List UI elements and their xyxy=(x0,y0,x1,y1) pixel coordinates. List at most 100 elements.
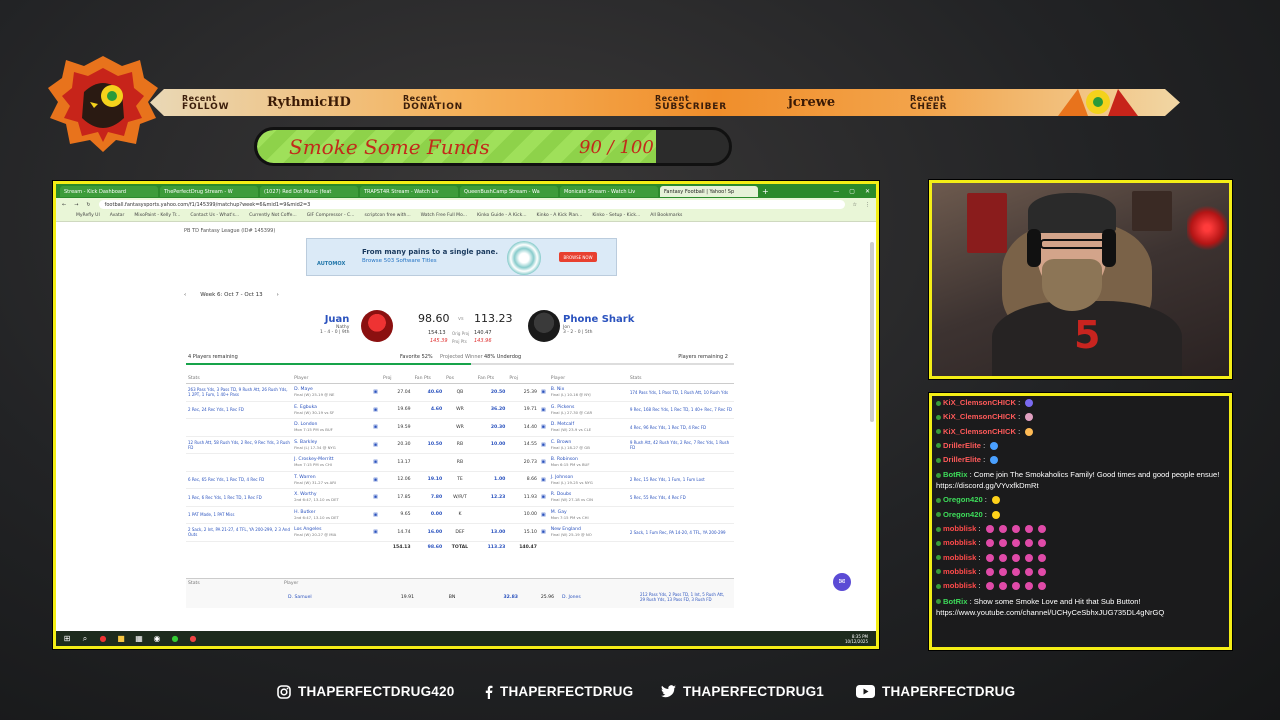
maximize-icon[interactable]: ▢ xyxy=(849,188,855,195)
left-player[interactable]: D. London Mon 7:15 PM vs BUF xyxy=(292,418,372,437)
chat-username[interactable]: DrillerElite xyxy=(943,455,981,464)
browser-tab-active[interactable]: Fantasy Football | Yahoo! Sp xyxy=(660,185,758,197)
bookmark-item[interactable]: Currently Not Coffe... xyxy=(249,213,297,219)
player-news-icon[interactable]: ▣ xyxy=(538,383,549,402)
ad-browse-button[interactable]: BROWSE NOW xyxy=(559,252,597,262)
app-icon[interactable]: ● xyxy=(188,634,198,644)
bench-right-player[interactable]: D. Jones xyxy=(562,595,632,600)
right-team-name[interactable]: Phone Shark xyxy=(563,314,634,325)
player-news-icon[interactable]: ▣ xyxy=(371,436,381,454)
left-team-name[interactable]: Juan xyxy=(320,314,350,325)
chat-username[interactable]: DrillerElite xyxy=(943,441,981,450)
left-team-avatar[interactable] xyxy=(361,310,393,342)
bench-left-player[interactable]: D. Samuel xyxy=(288,595,358,600)
bookmark-item[interactable]: Avatar xyxy=(110,213,125,219)
browser-tab[interactable]: (1027) Red Dot Music (feat xyxy=(260,185,358,197)
right-player[interactable]: B. Robinson Mon 6:15 PM vs BUF xyxy=(548,453,628,472)
left-player[interactable]: Los Angeles Final (W) 20-27 @ MIA xyxy=(292,523,372,542)
right-player[interactable]: G. Pickens Final (L) 27-30 @ CAR xyxy=(548,401,628,419)
player-news-icon[interactable]: ▣ xyxy=(538,453,549,472)
player-news-icon[interactable]: ▣ xyxy=(371,453,381,472)
chat-username[interactable]: Oregon420 xyxy=(943,495,983,504)
chat-username[interactable]: mobblisk xyxy=(943,553,976,562)
player-news-icon[interactable]: ▣ xyxy=(538,471,549,489)
reload-icon[interactable]: ↻ xyxy=(86,202,90,208)
left-player[interactable]: J. Croskey-Merritt Mon 7:15 PM vs CHI xyxy=(292,453,372,472)
advertisement[interactable]: AUTOMOX From many pains to a single pane… xyxy=(306,238,617,276)
left-player[interactable]: T. Warren Final (W) 31-27 vs ARI xyxy=(292,471,372,489)
chat-username[interactable]: KiX_ClemsonCHICK xyxy=(943,412,1016,421)
left-player[interactable]: D. Maye Final (W) 25-19 @ NE xyxy=(292,383,372,402)
player-news-icon[interactable]: ▣ xyxy=(371,488,381,507)
folder-icon[interactable]: ■ xyxy=(116,634,126,644)
star-icon[interactable]: ☆ xyxy=(853,202,857,208)
minimize-icon[interactable]: — xyxy=(833,188,839,195)
search-icon[interactable]: ⌕ xyxy=(80,634,90,644)
browser-tab[interactable]: QueenBushCamp Stream - Wa xyxy=(460,185,558,197)
left-player[interactable]: H. Butker 2nd 6:47, 13-10 vs DET xyxy=(292,506,372,524)
windows-start-icon[interactable]: ⊞ xyxy=(62,634,72,644)
prev-week-button[interactable]: ‹ xyxy=(184,292,186,298)
forward-icon[interactable]: → xyxy=(74,202,78,208)
chat-username[interactable]: mobblisk xyxy=(943,524,976,533)
player-news-icon[interactable]: ▣ xyxy=(371,523,381,542)
right-player[interactable]: B. Nix Final (L) 10-16 @ NYJ xyxy=(548,383,628,402)
left-player[interactable]: E. Egbuka Final (W) 30-19 vs SF xyxy=(292,401,372,419)
player-news-icon[interactable]: ▣ xyxy=(538,401,549,419)
browser-icon[interactable]: ● xyxy=(170,634,180,644)
player-news-icon[interactable]: ▣ xyxy=(538,506,549,524)
player-news-icon[interactable]: ▣ xyxy=(371,401,381,419)
close-icon[interactable]: ✕ xyxy=(865,188,870,195)
bookmark-item[interactable]: Kinko Guide - A Kick... xyxy=(477,213,526,219)
bookmark-item[interactable]: Contact Us - What's... xyxy=(190,213,239,219)
right-team[interactable]: Phone Shark Jon 3 - 2 - 0 | 5th xyxy=(563,314,634,335)
right-team-avatar[interactable] xyxy=(528,310,560,342)
chat-username[interactable]: mobblisk xyxy=(943,538,976,547)
right-player[interactable]: J. Johnson Final (L) 19-25 vs NYG xyxy=(548,471,628,489)
browser-tab[interactable]: TRAPST4R Stream - Watch Liv xyxy=(360,185,458,197)
chat-username[interactable]: BotRix xyxy=(943,470,967,479)
chat-username[interactable]: KiX_ClemsonCHICK xyxy=(943,398,1016,407)
bookmark-item[interactable]: Kinko - Setup - Kick... xyxy=(592,213,640,219)
bookmark-item[interactable]: Kinko - A Kick Plan... xyxy=(537,213,583,219)
bookmark-item[interactable]: scriptcon free with... xyxy=(364,213,410,219)
new-tab-icon[interactable]: + xyxy=(762,187,769,196)
bookmark-item[interactable]: MyRefly UI xyxy=(76,213,100,219)
system-tray-clock[interactable]: 8:35 PM 10/12/2025 xyxy=(845,634,876,644)
left-team[interactable]: Juan Nathy 1 - 4 - 0 | 9th xyxy=(320,314,349,335)
left-player[interactable]: S. Barkley Final (L) 17-34 @ NYG xyxy=(292,436,372,454)
player-news-icon[interactable]: ▣ xyxy=(538,418,549,437)
back-icon[interactable]: ← xyxy=(62,202,66,208)
browser-tab[interactable]: Stream - Kick Dashboard xyxy=(60,185,158,197)
player-news-icon[interactable]: ▣ xyxy=(538,488,549,507)
player-news-icon[interactable]: ▣ xyxy=(538,523,549,542)
right-player[interactable]: D. Metcalf Final (W) 23-9 vs CLE xyxy=(548,418,628,437)
chat-username[interactable]: mobblisk xyxy=(943,567,976,576)
next-week-button[interactable]: › xyxy=(277,292,279,298)
player-news-icon[interactable]: ▣ xyxy=(371,383,381,402)
bookmark-item[interactable]: All Bookmarks xyxy=(650,213,682,219)
player-news-icon[interactable]: ▣ xyxy=(371,506,381,524)
chrome-icon[interactable]: ● xyxy=(98,634,108,644)
chat-username[interactable]: BotRix xyxy=(943,597,967,606)
chat-username[interactable]: mobblisk xyxy=(943,581,976,590)
menu-icon[interactable]: ⋮ xyxy=(865,202,870,208)
chat-username[interactable]: Oregon420 xyxy=(943,510,983,519)
browser-tab[interactable]: Monicats Stream - Watch Liv xyxy=(560,185,658,197)
url-input[interactable]: football.fantasysports.yahoo.com/f1/1453… xyxy=(98,200,845,209)
obs-icon[interactable]: ◉ xyxy=(152,634,162,644)
right-player[interactable]: New England Final (W) 25-19 @ NO xyxy=(548,523,628,542)
chat-username[interactable]: KiX_ClemsonCHICK xyxy=(943,427,1016,436)
calculator-icon[interactable]: ▦ xyxy=(134,634,144,644)
player-news-icon[interactable]: ▣ xyxy=(371,418,381,437)
scrollbar[interactable] xyxy=(870,242,874,422)
bookmark-item[interactable]: Watch Free Full Mo... xyxy=(421,213,467,219)
browser-tab[interactable]: ThePerfectDrug Stream - W xyxy=(160,185,258,197)
right-player[interactable]: R. Doubs Final (W) 27-18 vs CIN xyxy=(548,488,628,507)
left-player[interactable]: X. Worthy 2nd 6:47, 13-10 vs DET xyxy=(292,488,372,507)
player-news-icon[interactable]: ▣ xyxy=(538,436,549,454)
help-chat-icon[interactable]: ✉ xyxy=(833,573,851,591)
bookmark-item[interactable]: MixoPaint - Kelly Tr... xyxy=(134,213,180,219)
right-player[interactable]: C. Brown Final (L) 18-27 @ GB xyxy=(548,436,628,454)
bookmark-item[interactable]: GIF Compressor - C... xyxy=(307,213,355,219)
